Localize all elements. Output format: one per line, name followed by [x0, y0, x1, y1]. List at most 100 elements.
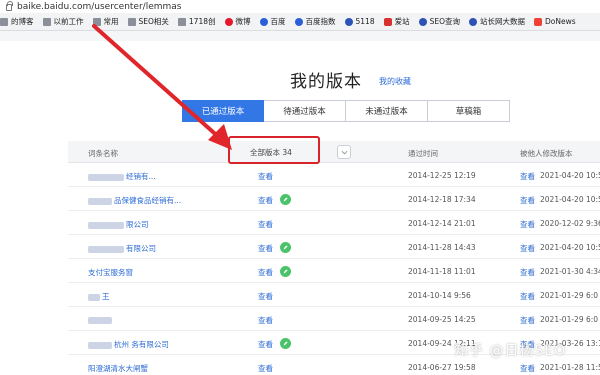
entry-name-text: 王 [102, 292, 110, 301]
view-link[interactable]: 查看 [258, 339, 273, 350]
bookmark-label: 站长网大数据 [480, 17, 525, 26]
modified-view-link[interactable]: 查看 [520, 315, 535, 326]
bookmark-item[interactable]: 百度指数 [294, 16, 336, 27]
folder-icon [92, 17, 101, 26]
bookmark-label: SEO相关 [138, 17, 169, 26]
modified-view-link[interactable]: 查看 [520, 363, 535, 374]
view-link[interactable]: 查看 [258, 243, 273, 254]
modified-date: 2021-01-29 6:0 [540, 315, 599, 324]
table-row: 王 查看 2014-10-14 9:56 查看 2021-01-29 6:0 [68, 283, 600, 307]
bookmark-label: DoNews [545, 17, 576, 26]
bookmark-item[interactable]: 1718创 [177, 16, 216, 27]
passed-time: 2014-11-18 11:01 [408, 267, 476, 276]
view-link[interactable]: 查看 [258, 171, 273, 182]
passed-time: 2014-06-27 19:58 [408, 363, 476, 372]
bookmark-label: 以前工作 [53, 17, 84, 26]
bookmark-item[interactable]: 5118 [344, 17, 375, 26]
modified-view-link[interactable]: 查看 [520, 171, 535, 182]
view-link[interactable]: 查看 [258, 291, 273, 302]
bookmark-label: 5118 [355, 17, 375, 26]
chevron-down-icon [341, 150, 347, 155]
passed-time: 2014-09-25 14:25 [408, 315, 476, 324]
modified-view-link[interactable]: 查看 [520, 291, 535, 302]
folder-icon [0, 17, 8, 26]
modified-date: 2021-04-20 10:5 [540, 195, 600, 204]
url-text[interactable]: baike.baidu.com/usercenter/lemmas [17, 2, 181, 12]
address-bar[interactable]: baike.baidu.com/usercenter/lemmas [0, 0, 600, 13]
entry-name-text: 经销有... [126, 172, 156, 181]
bookmark-item[interactable]: 的博客 [0, 16, 34, 27]
entry-name-link[interactable]: 限公司 [88, 219, 149, 230]
tab-2[interactable]: 未通过版本 [346, 100, 428, 122]
modified-view-link[interactable]: 查看 [520, 195, 535, 206]
table-row: 有限公司 查看 2014-11-28 14:43 查看 2021-04-20 10:5 [68, 235, 600, 259]
entry-name-link[interactable] [88, 315, 114, 324]
folder-icon [127, 17, 136, 26]
passed-time: 2014-12-18 17:34 [408, 195, 476, 204]
entry-name-link[interactable]: 杭州 务有限公司 [88, 339, 169, 350]
view-link[interactable]: 查看 [258, 363, 273, 374]
entry-name-link[interactable]: 品保健食品经销有... [88, 195, 181, 206]
version-filter-label[interactable]: 全部版本 34 [250, 147, 292, 158]
bookmark-item[interactable]: 常用 [92, 16, 119, 27]
table-row: 限公司 查看 2014-12-14 21:01 查看 2020-12-02 9:36 [68, 211, 600, 235]
redacted-text [88, 341, 112, 349]
entry-name-link[interactable]: 王 [88, 291, 110, 302]
view-link[interactable]: 查看 [258, 219, 273, 230]
bookmark-item[interactable]: SEO查询 [418, 16, 460, 27]
table-row: 支付宝服务窗 查看 2014-11-18 11:01 查看 2021-01-30 4:3… [68, 259, 600, 283]
paw-icon [418, 17, 427, 26]
modified-date: 2021-01-29 6:0 [540, 291, 599, 300]
view-link[interactable]: 查看 [258, 195, 273, 206]
my-collection-link[interactable]: 我的收藏 [379, 76, 411, 87]
bookmark-label: 1718创 [188, 17, 216, 26]
table-row: 品保健食品经销有... 查看 2014-12-18 17:34 查看 2021-04-2… [68, 187, 600, 211]
table-row: 查看 2014-09-25 14:25 查看 2021-01-29 6:0 [68, 307, 600, 331]
bookmark-item[interactable]: 百度 [259, 16, 286, 27]
modified-date: 2021-04-20 10:5 [540, 171, 600, 180]
bookmark-item[interactable]: 微博 [224, 16, 251, 27]
donews-icon [534, 17, 542, 26]
page-title: 我的版本 [290, 72, 362, 92]
header-modified-by-others: 被他人修改版本 [520, 149, 573, 158]
tab-0[interactable]: 已通过版本 [182, 100, 264, 122]
modified-date: 2021-01-28 11:5 [540, 363, 600, 372]
watermark: 知乎 @日杨SEO [454, 343, 567, 359]
bookmark-label: 的博客 [11, 17, 34, 26]
entry-name-link[interactable]: 经销有... [88, 171, 156, 182]
bookmark-label: 常用 [103, 17, 119, 26]
modified-view-link[interactable]: 查看 [520, 243, 535, 254]
bookmark-item[interactable]: SEO相关 [127, 16, 169, 27]
baidu-icon [294, 17, 303, 26]
modified-view-link[interactable]: 查看 [520, 219, 535, 230]
passed-time: 2014-12-14 21:01 [408, 219, 476, 228]
modified-view-link[interactable]: 查看 [520, 267, 535, 278]
bookmark-item[interactable]: 站长网大数据 [469, 16, 525, 27]
edit-pencil-icon [280, 242, 291, 253]
redacted-text [88, 293, 100, 301]
view-link[interactable]: 查看 [258, 315, 273, 326]
filter-dropdown-button[interactable] [337, 145, 351, 159]
bookmark-item[interactable]: 以前工作 [42, 16, 84, 27]
entry-name-text: 有限公司 [126, 244, 156, 253]
passed-time: 2014-10-14 9:56 [408, 291, 471, 300]
bookmark-label: 百度指数 [305, 17, 336, 26]
paw-icon [344, 17, 353, 26]
bookmark-label: 百度 [270, 17, 286, 26]
entry-name-link[interactable]: 有限公司 [88, 243, 156, 254]
entry-name-text: 品保健食品经销有... [114, 196, 182, 205]
modified-date: 2021-01-30 4:34 [540, 267, 600, 276]
header-entry-name: 词条名称 [88, 149, 118, 158]
entry-name-link[interactable]: 阳澄湖清水大闸蟹 [88, 363, 148, 374]
entry-name-text: 阳澄湖清水大闸蟹 [88, 364, 148, 373]
top-band [0, 31, 600, 41]
tab-3[interactable]: 草稿箱 [428, 100, 510, 122]
entry-name-link[interactable]: 支付宝服务窗 [88, 267, 133, 278]
tab-1[interactable]: 待通过版本 [264, 100, 346, 122]
bookmark-item[interactable]: 爱站 [383, 16, 410, 27]
bookmark-item[interactable]: DoNews [534, 17, 576, 26]
redacted-text [88, 221, 124, 229]
baidu-icon [259, 17, 268, 26]
folder-icon [177, 17, 186, 26]
view-link[interactable]: 查看 [258, 267, 273, 278]
